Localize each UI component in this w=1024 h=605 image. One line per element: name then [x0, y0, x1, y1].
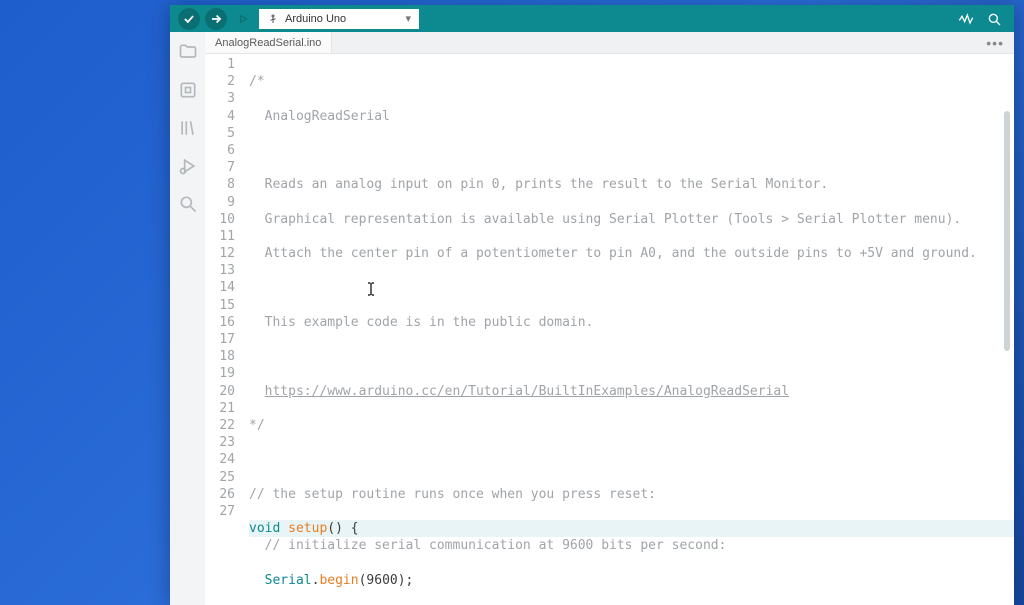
- library-manager-icon[interactable]: [178, 118, 198, 138]
- search-icon[interactable]: [178, 194, 198, 214]
- arduino-ide-window: Arduino Uno ▾ AnalogReadSerial.ino ••• 1…: [170, 5, 1014, 605]
- line-number: 27: [205, 503, 235, 520]
- scrollbar-thumb[interactable]: [1004, 111, 1010, 351]
- line-number: 6: [205, 142, 235, 159]
- line-number: 2: [205, 73, 235, 90]
- line-number: 14: [205, 279, 235, 296]
- line-number: 22: [205, 417, 235, 434]
- line-number: 7: [205, 159, 235, 176]
- file-tab[interactable]: AnalogReadSerial.ino: [205, 32, 332, 53]
- line-number: 24: [205, 451, 235, 468]
- line-number: 12: [205, 245, 235, 262]
- line-number: 21: [205, 400, 235, 417]
- tab-bar: AnalogReadSerial.ino •••: [205, 32, 1014, 54]
- code-content[interactable]: /* AnalogReadSerial Reads an analog inpu…: [249, 56, 1014, 605]
- upload-button[interactable]: [205, 8, 227, 30]
- boards-manager-icon[interactable]: [178, 80, 198, 100]
- verify-button[interactable]: [178, 8, 200, 30]
- line-number: 8: [205, 176, 235, 193]
- code-editor[interactable]: 1234567891011121314151617181920212223242…: [205, 54, 1014, 605]
- line-number: 11: [205, 228, 235, 245]
- line-number: 16: [205, 314, 235, 331]
- line-number: 1: [205, 56, 235, 73]
- line-number: 20: [205, 383, 235, 400]
- debug-sidebar-icon[interactable]: [178, 156, 198, 176]
- line-number: 5: [205, 125, 235, 142]
- line-number: 25: [205, 469, 235, 486]
- app-body: AnalogReadSerial.ino ••• 123456789101112…: [170, 32, 1014, 605]
- line-number: 10: [205, 211, 235, 228]
- chevron-down-icon: ▾: [405, 12, 411, 25]
- top-toolbar: Arduino Uno ▾: [170, 5, 1014, 32]
- line-number: 9: [205, 194, 235, 211]
- line-number: 13: [205, 262, 235, 279]
- board-name-label: Arduino Uno: [285, 13, 346, 25]
- editor-area: AnalogReadSerial.ino ••• 123456789101112…: [205, 32, 1014, 605]
- debug-button[interactable]: [232, 8, 254, 30]
- line-number: 23: [205, 434, 235, 451]
- folder-icon[interactable]: [178, 42, 198, 62]
- line-number-gutter: 1234567891011121314151617181920212223242…: [205, 56, 249, 605]
- line-number: 15: [205, 297, 235, 314]
- tab-filename: AnalogReadSerial.ino: [215, 37, 321, 49]
- line-number: 26: [205, 486, 235, 503]
- toolbar-right: [958, 11, 1006, 27]
- serial-monitor-icon[interactable]: [986, 11, 1002, 27]
- line-number: 3: [205, 90, 235, 107]
- line-number: 18: [205, 348, 235, 365]
- left-sidebar: [170, 32, 205, 605]
- line-number: 17: [205, 331, 235, 348]
- board-selector[interactable]: Arduino Uno ▾: [259, 9, 419, 29]
- scrollbar-track[interactable]: [1002, 56, 1010, 605]
- usb-icon: [267, 13, 279, 25]
- serial-plotter-icon[interactable]: [958, 11, 974, 27]
- line-number: 19: [205, 365, 235, 382]
- line-number: 4: [205, 108, 235, 125]
- tab-overflow-button[interactable]: •••: [976, 35, 1014, 51]
